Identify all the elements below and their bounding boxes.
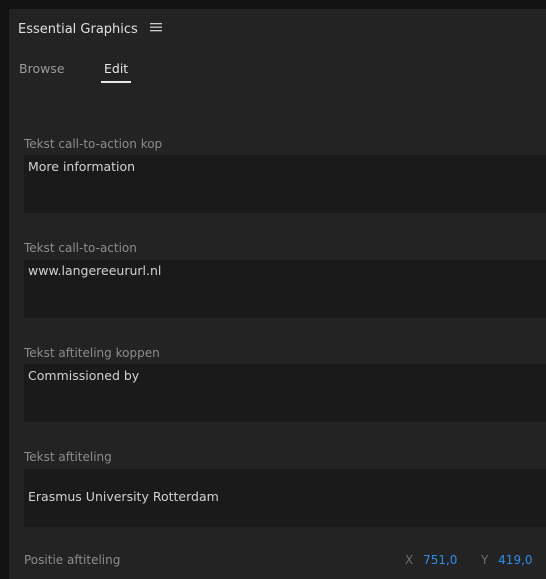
position-x-axis-label: X bbox=[405, 553, 414, 567]
cta-value: www.langereeururl.nl bbox=[28, 263, 162, 278]
field-label-credits-headings: Tekst aftiteling koppen bbox=[24, 346, 160, 360]
panel-title: Essential Graphics bbox=[18, 22, 138, 37]
position-y-value[interactable]: 419,0 bbox=[498, 553, 532, 567]
credits-value: Erasmus University Rotterdam bbox=[28, 489, 219, 504]
field-label-cta: Tekst call-to-action bbox=[24, 241, 137, 255]
position-y-control: Y 419,0 bbox=[481, 553, 533, 567]
essential-graphics-panel: Essential Graphics Browse Edit Tekst cal… bbox=[9, 9, 546, 579]
cta-heading-text-field[interactable]: More information bbox=[24, 155, 546, 213]
field-label-credits: Tekst aftiteling bbox=[24, 450, 112, 464]
panel-tabs: Browse Edit bbox=[9, 61, 546, 89]
panel-header: Essential Graphics bbox=[9, 9, 546, 44]
active-tab-underline bbox=[101, 81, 132, 83]
cta-text-field[interactable]: www.langereeururl.nl bbox=[24, 260, 546, 318]
tab-edit[interactable]: Edit bbox=[101, 61, 132, 83]
credits-headings-text-field[interactable]: Commissioned by bbox=[24, 364, 546, 422]
credits-text-field[interactable]: Erasmus University Rotterdam bbox=[24, 469, 546, 527]
tab-browse[interactable]: Browse bbox=[19, 61, 65, 76]
hamburger-menu-icon[interactable] bbox=[149, 21, 163, 33]
position-y-axis-label: Y bbox=[481, 553, 489, 567]
tab-edit-label: Edit bbox=[104, 61, 129, 76]
cta-heading-value: More information bbox=[28, 159, 136, 174]
position-x-value[interactable]: 751,0 bbox=[423, 553, 457, 567]
position-x-control: X 751,0 bbox=[405, 553, 457, 567]
field-label-cta-heading: Tekst call-to-action kop bbox=[24, 137, 163, 151]
credits-position-label: Positie aftiteling bbox=[24, 553, 121, 567]
credits-headings-value: Commissioned by bbox=[28, 368, 140, 383]
